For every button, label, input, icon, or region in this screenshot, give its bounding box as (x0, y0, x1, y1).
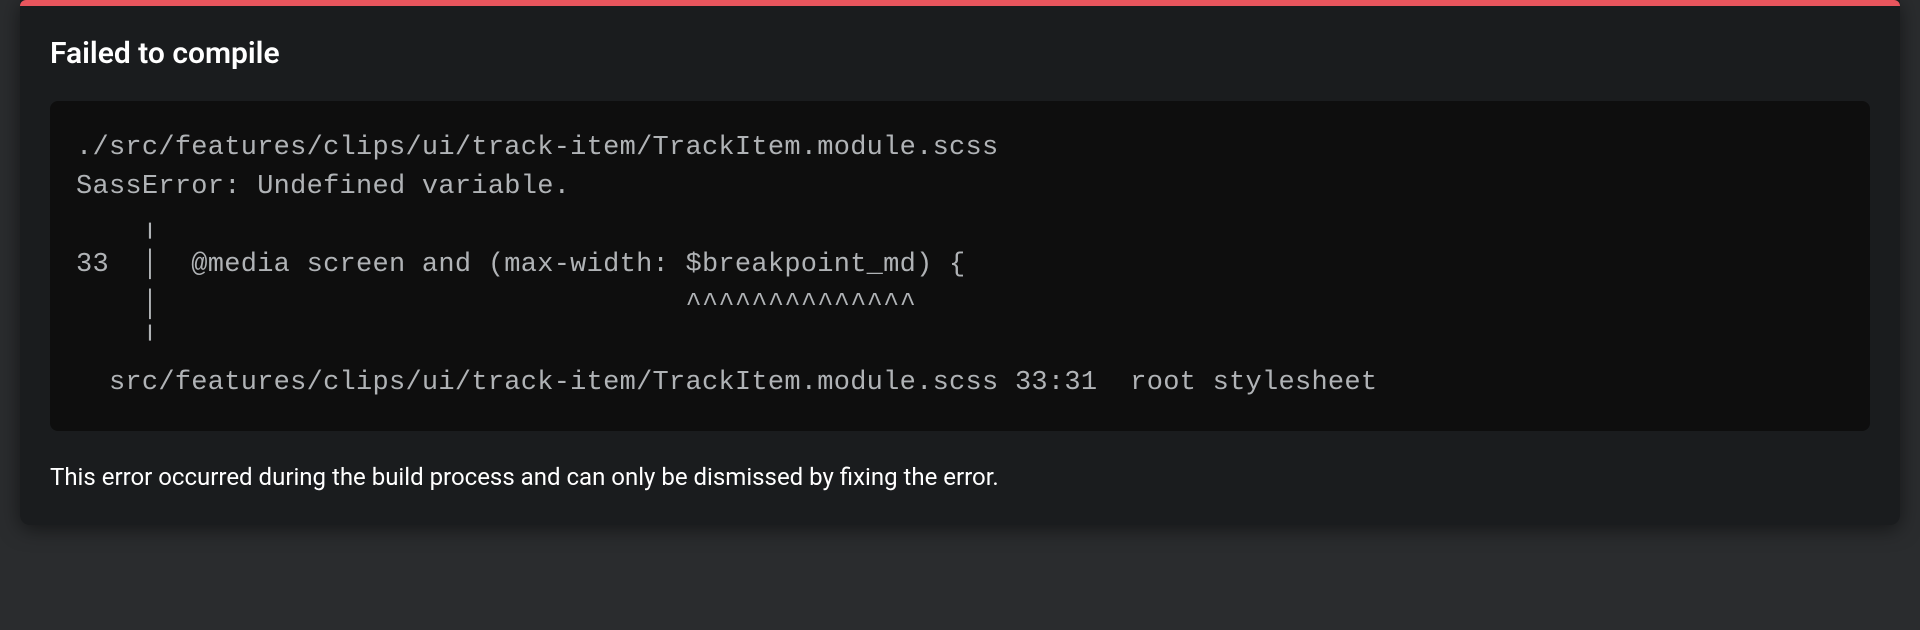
error-overlay: Failed to compile ./src/features/clips/u… (20, 0, 1900, 525)
error-content: Failed to compile ./src/features/clips/u… (20, 6, 1900, 525)
error-code-block: ./src/features/clips/ui/track-item/Track… (50, 101, 1870, 431)
error-title: Failed to compile (50, 36, 1870, 71)
error-code: ./src/features/clips/ui/track-item/Track… (76, 129, 1844, 403)
error-footer-text: This error occurred during the build pro… (50, 461, 1870, 495)
